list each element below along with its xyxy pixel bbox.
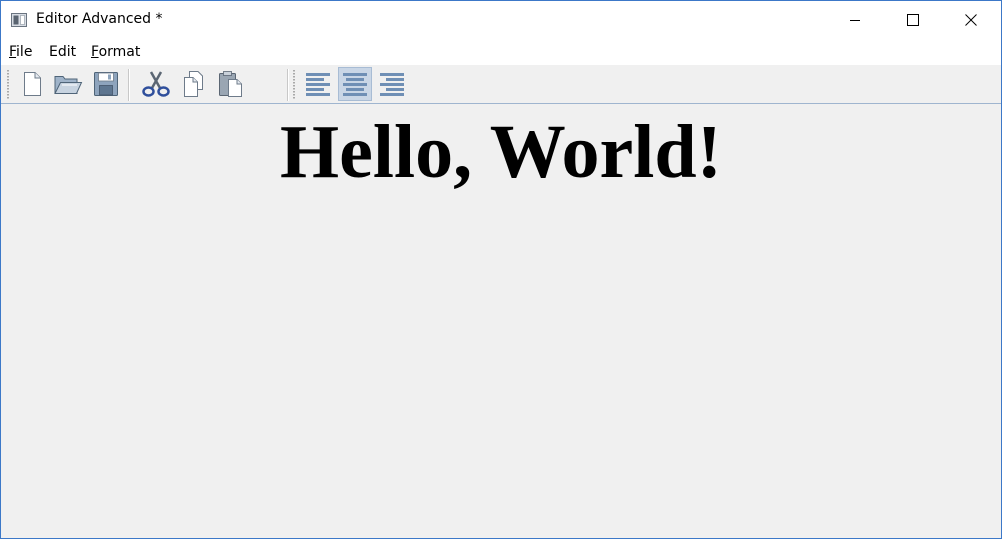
menu-format-label: ormat: [98, 44, 141, 60]
app-icon: [11, 12, 27, 27]
open-icon: [54, 76, 83, 94]
new-icon: [24, 72, 41, 96]
save-button[interactable]: [89, 67, 123, 101]
menu-file-label: ile: [16, 44, 33, 60]
paste-button[interactable]: [214, 67, 248, 101]
copy-icon: [184, 71, 203, 97]
toolbar-grip[interactable]: [293, 70, 295, 100]
minimize-button[interactable]: [826, 1, 884, 39]
title-bar[interactable]: Editor Advanced *: [1, 1, 1001, 39]
toolbar-separator: [128, 69, 129, 101]
editor-window: Editor Advanced * File Edit Format Hello…: [0, 0, 1002, 539]
menu-format[interactable]: Format: [91, 44, 140, 60]
close-button[interactable]: [942, 1, 1000, 39]
align-center-icon: [343, 73, 367, 96]
save-icon: [94, 72, 118, 96]
minimize-icon: [850, 20, 860, 21]
menu-file[interactable]: File: [9, 44, 32, 60]
document-text[interactable]: Hello, World!: [1, 110, 1001, 194]
maximize-icon: [907, 14, 919, 26]
menu-edit-label: Edit: [49, 44, 77, 60]
open-button[interactable]: [51, 67, 85, 101]
menu-edit[interactable]: Edit: [49, 44, 76, 60]
cut-icon: [142, 71, 170, 97]
align-right-button[interactable]: [375, 67, 409, 101]
toolbar-grip[interactable]: [7, 70, 9, 100]
toolbar-separator: [287, 69, 288, 101]
menu-bar: File Edit Format: [1, 39, 1001, 65]
align-left-icon: [306, 73, 330, 96]
cut-button[interactable]: [139, 67, 173, 101]
new-button[interactable]: [15, 67, 49, 101]
paste-icon: [219, 71, 242, 97]
copy-button[interactable]: [177, 67, 211, 101]
editor-area[interactable]: Hello, World!: [1, 104, 1001, 538]
close-icon: [965, 14, 977, 26]
align-right-icon: [380, 73, 404, 96]
window-title: Editor Advanced *: [36, 11, 163, 27]
menu-file-mnemonic: F: [9, 44, 17, 60]
align-center-button[interactable]: [338, 67, 372, 101]
menu-format-mnemonic: F: [91, 44, 99, 60]
align-left-button[interactable]: [301, 67, 335, 101]
toolbar: [1, 65, 1001, 104]
maximize-button[interactable]: [884, 1, 942, 39]
